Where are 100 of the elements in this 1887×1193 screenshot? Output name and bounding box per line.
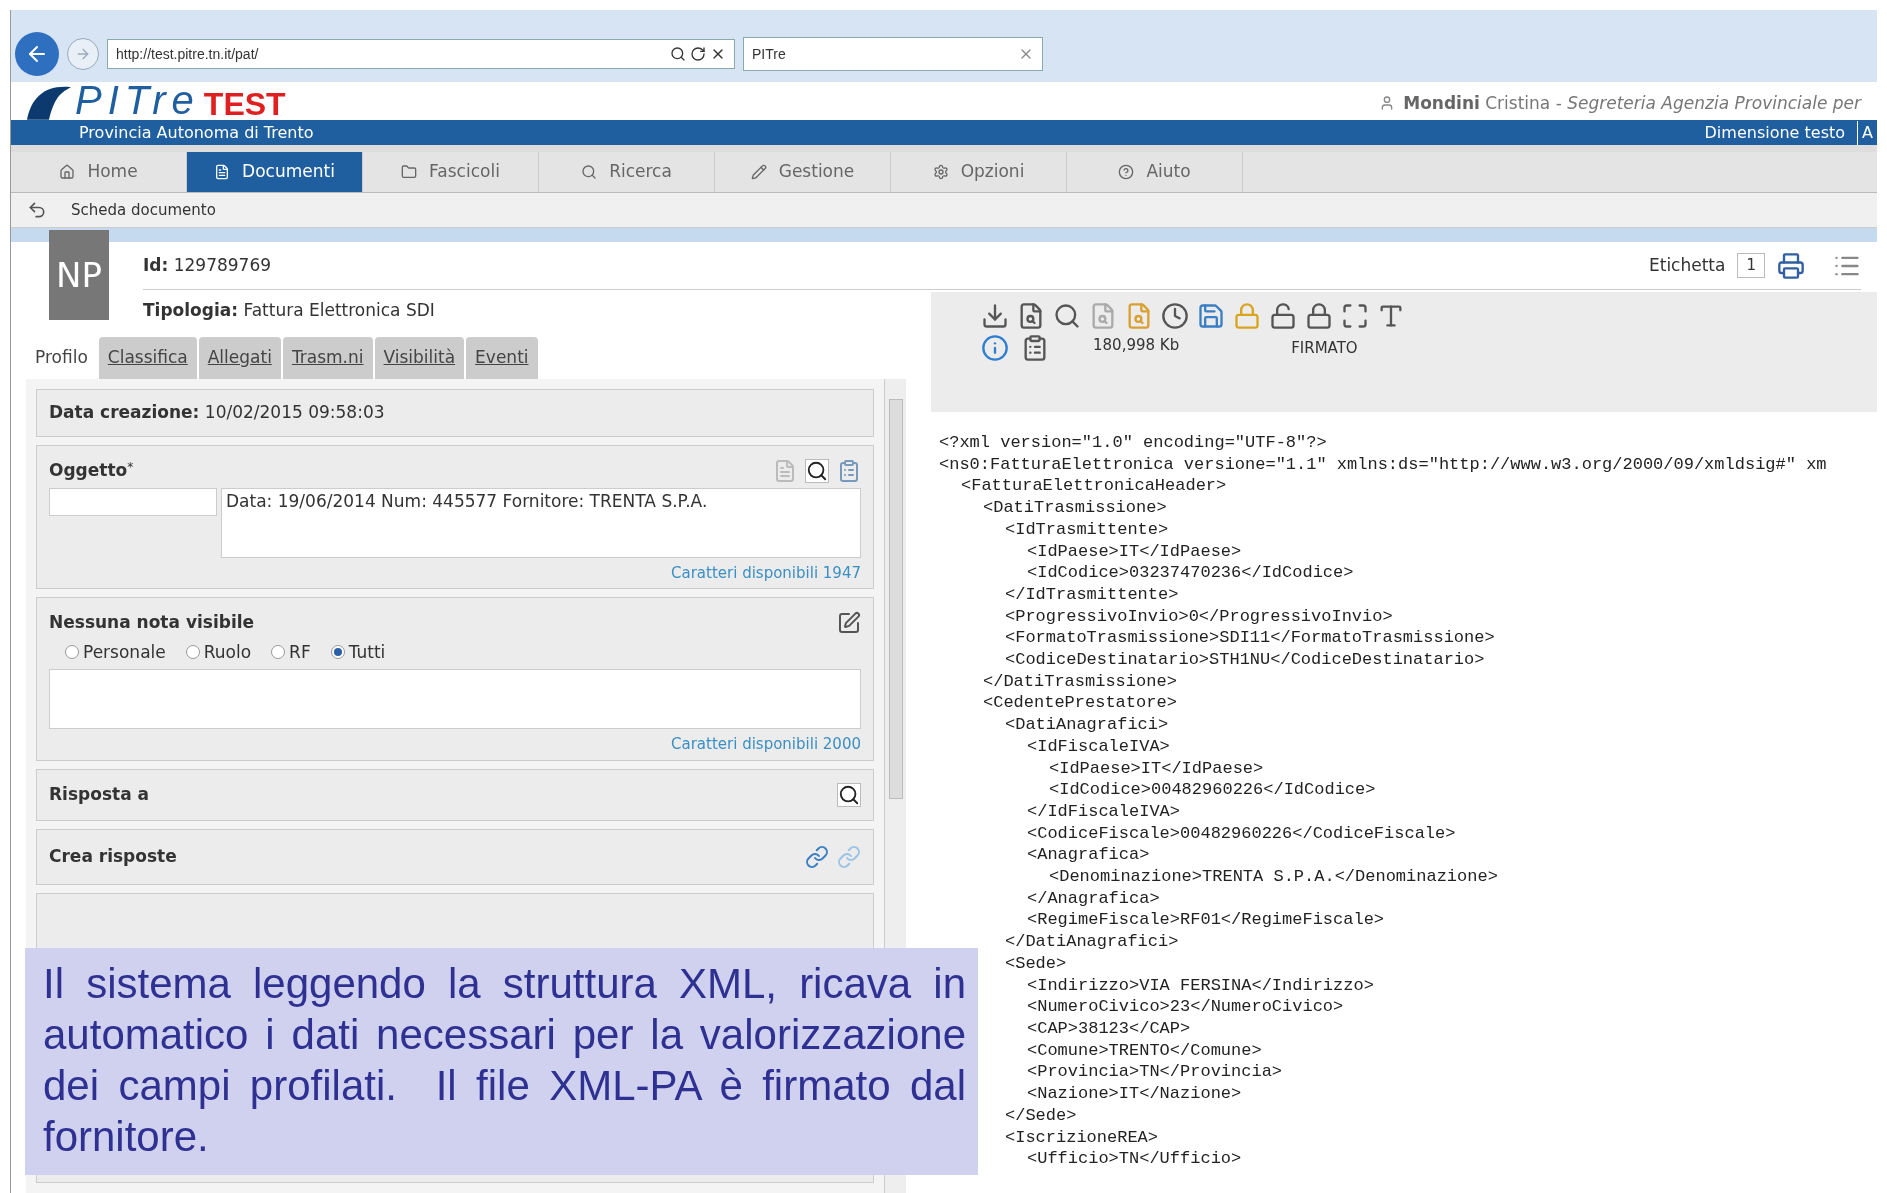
xml-line: </Anagrafica> xyxy=(1027,887,1160,910)
document-type: Tipologia: Fattura Elettronica SDI xyxy=(143,299,435,322)
refresh-icon[interactable] xyxy=(690,46,706,62)
clock-icon[interactable] xyxy=(1161,302,1189,330)
note-field[interactable] xyxy=(49,669,861,729)
xml-line: <ns0:FatturaElettronica versione="1.1" xmlns:ds="http://www.w3.org/2000/09/xmldsig#" xm xyxy=(939,453,1827,476)
note-scope-radio[interactable]: Personale xyxy=(65,639,166,665)
address-bar[interactable]: http://test.pitre.tn.it/pat/ xyxy=(107,39,735,69)
lock-icon[interactable] xyxy=(1305,302,1333,330)
search-icon[interactable] xyxy=(805,458,829,483)
xml-line: <Denominazione>TRENTA S.P.A.</Denominazione> xyxy=(1049,866,1498,888)
xml-line: <CAP>38123</CAP> xyxy=(1027,1018,1191,1040)
xml-line: <IdCodice>00482960226</IdCodice> xyxy=(1049,779,1376,801)
create-replies-label: Crea risposte xyxy=(49,844,177,868)
subject-field[interactable]: Data: 19/06/2014 Num: 445577 Fornitore: TRENTA S.P.A. xyxy=(221,487,861,558)
xml-line: <IdFiscaleIVA> xyxy=(1027,735,1170,758)
xml-line: <IdCodice>03237470236</IdCodice> xyxy=(1027,562,1354,584)
xml-line: </IdTrasmittente> xyxy=(1005,583,1179,606)
download-icon[interactable] xyxy=(981,302,1009,330)
xml-line: <FormatoTrasmissione>SDI11</FormatoTrasmissione> xyxy=(1005,627,1495,650)
xml-line: <IdTrasmittente> xyxy=(1005,518,1169,541)
xml-line: <Provincia>TN</Provincia> xyxy=(1027,1061,1283,1084)
note-label: Nessuna nota visibile xyxy=(49,611,255,634)
organization-name: Provincia Autonoma di Trento xyxy=(79,121,314,144)
xml-line: <Ufficio>TN</Ufficio> xyxy=(1027,1148,1242,1170)
unlock-icon[interactable] xyxy=(1269,302,1297,330)
xml-line: <IscrizioneREA> xyxy=(1005,1126,1159,1149)
xml-line: <NumeroCivico>23</NumeroCivico> xyxy=(1027,996,1344,1018)
breadcrumb: Scheda documento xyxy=(71,199,216,221)
document-tab[interactable]: Visibilità xyxy=(374,337,465,379)
link-icon[interactable] xyxy=(805,844,829,869)
text-size-label: Dimensione testo xyxy=(1704,121,1846,144)
creation-date: Data creazione: 10/02/2015 09:58:03 xyxy=(49,401,385,425)
xml-line: <Comune>TRENTO</Comune> xyxy=(1027,1039,1262,1062)
document-id: Id: 129789769 xyxy=(143,253,272,277)
back-button[interactable] xyxy=(15,32,59,76)
document-badge: NP xyxy=(49,230,109,320)
tab-title: PITre xyxy=(752,44,786,64)
characters-available: Caratteri disponibili 1947 xyxy=(671,562,861,584)
document-tab[interactable]: Classifica xyxy=(98,337,197,379)
xml-line: <Nazione>IT</Nazione> xyxy=(1027,1083,1242,1105)
info-icon[interactable] xyxy=(981,334,1009,362)
xml-line: </IdFiscaleIVA> xyxy=(1027,800,1181,823)
xml-line: <CodiceDestinatario>STH1NU</CodiceDestinatario> xyxy=(1005,649,1485,671)
search-icon xyxy=(581,164,598,180)
edit-icon[interactable] xyxy=(837,610,861,635)
nav-tab[interactable]: Aiuto xyxy=(1067,152,1243,192)
subject-label: Oggetto* xyxy=(49,459,134,482)
xml-line: <Anagrafica> xyxy=(1027,844,1150,867)
xml-line: </DatiTrasmissione> xyxy=(983,670,1177,693)
nav-tab[interactable]: Documenti xyxy=(187,152,363,192)
nav-tab[interactable]: Fascicoli xyxy=(363,152,539,192)
xml-line: <DatiTrasmissione> xyxy=(983,497,1167,519)
nav-tab[interactable]: Ricerca xyxy=(539,152,715,192)
app-logo: PITre xyxy=(75,80,200,120)
xml-line: <DatiAnagrafici> xyxy=(1005,714,1169,736)
document-tab[interactable]: Eventi xyxy=(466,337,538,379)
xml-line: <CodiceFiscale>00482960226</CodiceFiscale> xyxy=(1027,822,1456,845)
xml-line: <FatturaElettronicaHeader> xyxy=(961,475,1227,498)
xml-line: <CedentePrestatore> xyxy=(983,692,1177,715)
folder-icon xyxy=(401,164,418,180)
browser-tab[interactable]: PITre xyxy=(743,37,1043,71)
settings-icon xyxy=(932,164,949,180)
label-caption: Etichetta xyxy=(1649,253,1726,277)
test-label: TEST xyxy=(203,88,286,120)
caption-tooltip: Il sistema leggendo la struttura XML, ricava in automatico i dati necessari per la valorizzazione dei campi profilati. Il file XML-PA è firmato dal fornitore. xyxy=(25,948,978,1175)
nav-tab[interactable]: Opzioni xyxy=(891,152,1067,192)
file-size: 180,998 Kb xyxy=(1093,335,1180,356)
text-size-button[interactable]: A xyxy=(1857,120,1877,145)
xml-line: <Sede> xyxy=(1005,952,1067,975)
document-tab[interactable]: Trasm.ni xyxy=(282,337,373,379)
xml-line: <IdPaese>IT</IdPaese> xyxy=(1049,757,1264,780)
printer-icon[interactable] xyxy=(1777,251,1805,280)
save-icon[interactable] xyxy=(1197,302,1225,330)
search-icon[interactable] xyxy=(1053,302,1081,330)
back-icon[interactable] xyxy=(27,200,47,220)
xml-line: <IdPaese>IT</IdPaese> xyxy=(1027,540,1242,563)
fullscreen-icon[interactable] xyxy=(1341,302,1369,330)
logo-icon xyxy=(27,86,71,120)
signature-status: FIRMATO xyxy=(1291,338,1358,359)
nav-tab[interactable]: Gestione xyxy=(715,152,891,192)
note-scope-radio[interactable]: RF xyxy=(271,639,311,665)
search-icon[interactable] xyxy=(837,782,861,807)
search-icon[interactable] xyxy=(670,46,686,62)
xml-line: </Sede> xyxy=(1005,1104,1077,1127)
xml-line: <Indirizzo>VIA FERSINA</Indirizzo> xyxy=(1027,974,1374,997)
xml-line: <RegimeFiscale>RF01</RegimeFiscale> xyxy=(1027,909,1385,932)
document-tab[interactable]: Allegati xyxy=(198,337,281,379)
pencil-icon xyxy=(750,164,767,180)
document-icon xyxy=(214,164,231,180)
label-count-field[interactable]: 1 xyxy=(1737,253,1765,278)
address-text: http://test.pitre.tn.it/pat/ xyxy=(116,44,259,64)
xml-line: <?xml version="1.0" encoding="UTF-8"?> xyxy=(939,432,1327,454)
xml-line: <ProgressivoInvio>0</ProgressivoInvio> xyxy=(1005,605,1393,628)
note-scope-radio[interactable]: Ruolo xyxy=(185,639,252,665)
help-icon xyxy=(1118,164,1135,180)
subject-code-field[interactable] xyxy=(49,487,217,516)
note-scope-radio[interactable]: Tutti xyxy=(330,639,386,665)
clipboard-icon[interactable] xyxy=(837,458,861,483)
home-icon xyxy=(59,164,76,180)
